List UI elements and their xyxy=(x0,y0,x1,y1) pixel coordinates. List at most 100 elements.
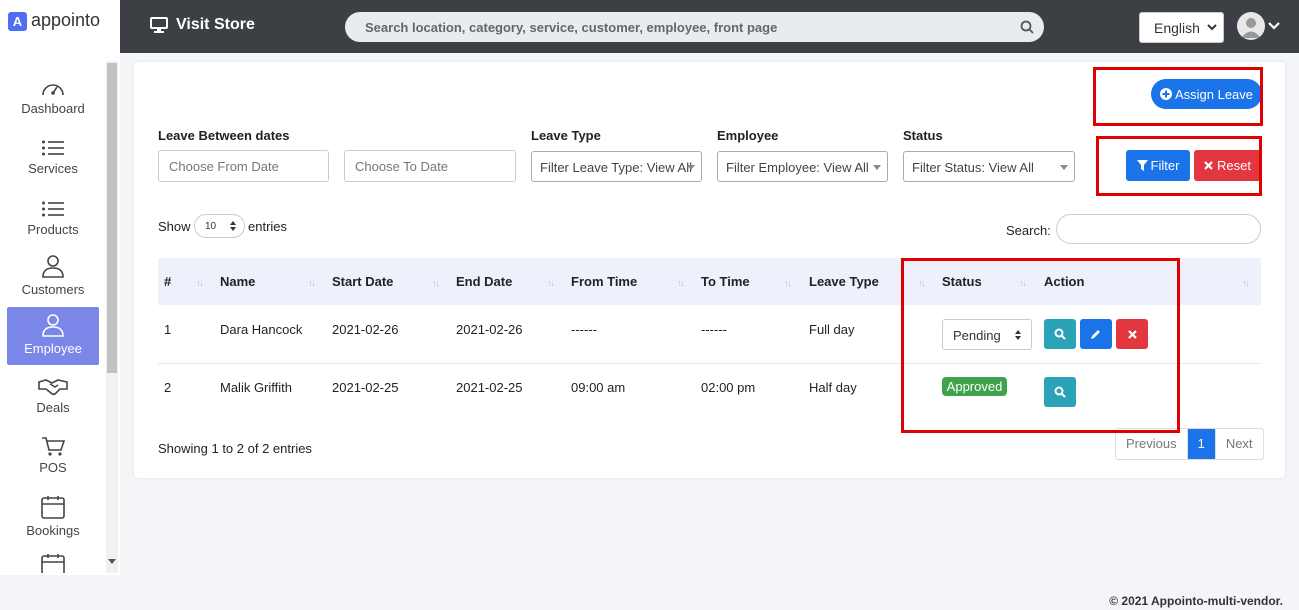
list-icon xyxy=(42,201,64,217)
global-search xyxy=(345,12,1044,42)
sidebar-item-label: Dashboard xyxy=(21,101,85,116)
handshake-icon xyxy=(38,379,68,396)
leave-type-select[interactable]: Filter Leave Type: View All xyxy=(531,151,702,182)
row-leave-type: Full day xyxy=(809,322,855,337)
row-number: 2 xyxy=(164,380,172,395)
employee-select[interactable]: Filter Employee: View All xyxy=(717,151,888,182)
user-icon xyxy=(42,314,64,337)
up-down-icon xyxy=(230,221,236,231)
calendar-icon xyxy=(41,554,65,573)
visit-store-label: Visit Store xyxy=(176,16,255,33)
calendar-icon xyxy=(41,496,65,519)
row-end-date: 2021-02-25 xyxy=(456,380,523,395)
row-number: 1 xyxy=(164,322,172,337)
leave-between-label: Leave Between dates xyxy=(158,128,290,143)
user-avatar-icon xyxy=(1241,18,1261,38)
pagination-next[interactable]: Next xyxy=(1216,429,1263,459)
column-header-name[interactable]: Name xyxy=(220,274,255,289)
scroll-down-icon[interactable] xyxy=(108,559,116,564)
employee-value: Filter Employee: View All xyxy=(726,160,869,175)
column-header-leave-type[interactable]: Leave Type xyxy=(809,274,879,289)
row-name: Dara Hancock xyxy=(220,322,303,337)
row-from-time: ------ xyxy=(571,322,597,337)
row-start-date: 2021-02-26 xyxy=(332,322,399,337)
from-date-input[interactable] xyxy=(158,150,329,182)
row-to-time: ------ xyxy=(701,322,727,337)
sidebar-item-dashboard[interactable]: Dashboard xyxy=(7,71,99,129)
monitor-icon xyxy=(150,17,168,33)
entries-length-value: 10 xyxy=(205,221,217,232)
row-from-time: 09:00 am xyxy=(571,380,626,395)
global-search-input[interactable] xyxy=(345,12,1005,42)
sort-icon[interactable]: ↑↓ xyxy=(196,278,204,288)
to-date-input[interactable] xyxy=(344,150,516,182)
show-label: Show xyxy=(158,219,191,234)
search-icon[interactable] xyxy=(1020,20,1034,34)
column-header-number[interactable]: # xyxy=(164,274,171,289)
sidebar-scrollbar[interactable] xyxy=(106,61,118,573)
sidebar-item-services[interactable]: Services xyxy=(7,131,99,189)
sort-icon[interactable]: ↑↓ xyxy=(547,278,555,288)
sort-icon[interactable]: ↑↓ xyxy=(677,278,685,288)
highlight-box-assign xyxy=(1093,67,1263,126)
column-header-end-date[interactable]: End Date xyxy=(456,274,512,289)
leave-type-value: Filter Leave Type: View All xyxy=(540,160,692,175)
status-label: Status xyxy=(903,128,943,143)
sidebar-item-customers[interactable]: Customers xyxy=(7,252,99,310)
dropdown-arrow-icon xyxy=(687,165,695,170)
chevron-down-icon[interactable] xyxy=(1268,21,1280,31)
dropdown-arrow-icon xyxy=(873,165,881,170)
sidebar-item-more[interactable] xyxy=(7,551,99,573)
pagination-page-current[interactable]: 1 xyxy=(1186,429,1216,459)
avatar[interactable] xyxy=(1237,12,1265,40)
gauge-icon xyxy=(42,84,64,96)
pagination-previous[interactable]: Previous xyxy=(1116,429,1187,459)
table-search-input[interactable] xyxy=(1056,214,1261,244)
language-select[interactable]: English xyxy=(1139,12,1224,43)
sidebar-item-products[interactable]: Products xyxy=(7,192,99,250)
sort-icon[interactable]: ↑↓ xyxy=(308,278,316,288)
highlight-box-filter xyxy=(1096,136,1262,196)
visit-store-link[interactable]: Visit Store xyxy=(150,16,255,34)
entries-length-select[interactable]: 10 xyxy=(194,214,245,238)
table-search-label: Search: xyxy=(1006,223,1051,238)
sort-icon[interactable]: ↑↓ xyxy=(1242,278,1250,288)
chevron-down-icon xyxy=(1207,24,1217,31)
brand-name: appointo xyxy=(31,10,101,30)
column-header-to-time[interactable]: To Time xyxy=(701,274,750,289)
sidebar-item-label: Customers xyxy=(21,282,85,297)
sort-icon[interactable]: ↑↓ xyxy=(784,278,792,288)
sidebar-item-label: Bookings xyxy=(26,523,80,538)
sidebar-item-label: Deals xyxy=(36,400,70,415)
row-to-time: 02:00 pm xyxy=(701,380,756,395)
sort-icon[interactable]: ↑↓ xyxy=(432,278,440,288)
list-icon xyxy=(42,140,64,156)
entries-label: entries xyxy=(248,219,288,234)
footer-copyright: © 2021 Appointo-multi-vendor. xyxy=(1109,594,1283,608)
row-start-date: 2021-02-25 xyxy=(332,380,399,395)
brand[interactable]: A appointo xyxy=(0,0,120,53)
row-end-date: 2021-02-26 xyxy=(456,322,523,337)
column-header-start-date[interactable]: Start Date xyxy=(332,274,393,289)
sidebar-item-bookings[interactable]: Bookings xyxy=(7,493,99,551)
scrollbar-thumb[interactable] xyxy=(107,63,117,373)
sidebar: Dashboard Services Products Customers Em… xyxy=(0,53,120,575)
leave-type-label: Leave Type xyxy=(531,128,601,143)
column-header-from-time[interactable]: From Time xyxy=(571,274,637,289)
sidebar-item-label: Services xyxy=(28,161,78,176)
status-value: Filter Status: View All xyxy=(912,160,1034,175)
sidebar-item-pos[interactable]: POS xyxy=(7,433,99,491)
sidebar-item-label: Products xyxy=(27,222,79,237)
sidebar-item-label: Employee xyxy=(24,341,82,356)
sidebar-item-employee[interactable]: Employee xyxy=(7,307,99,365)
cart-icon xyxy=(42,437,65,456)
sidebar-item-deals[interactable]: Deals xyxy=(7,374,99,432)
brand-logo-icon: A xyxy=(8,12,27,31)
sidebar-item-label: POS xyxy=(39,460,67,475)
table-info: Showing 1 to 2 of 2 entries xyxy=(158,441,312,456)
language-value: English xyxy=(1154,20,1200,36)
status-select[interactable]: Filter Status: View All xyxy=(903,151,1075,182)
employee-label: Employee xyxy=(717,128,779,143)
row-name: Malik Griffith xyxy=(220,380,292,395)
user-icon xyxy=(42,255,64,278)
